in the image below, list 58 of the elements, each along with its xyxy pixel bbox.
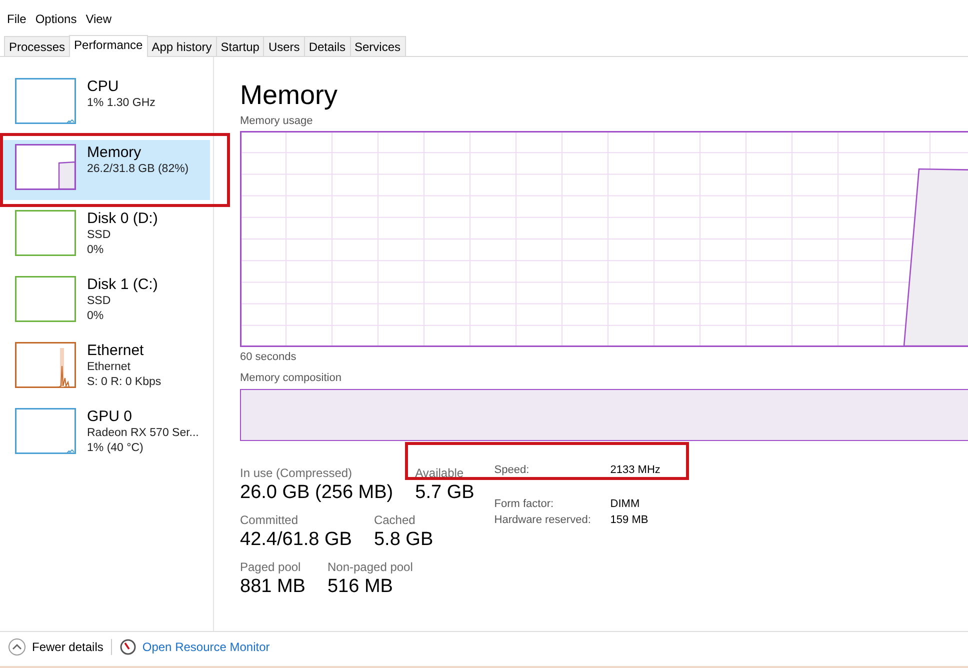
tab[interactable]: Services [350,36,406,56]
stat-value: 881 MB [240,575,306,599]
detail-label: Form factor: [494,498,555,510]
device-name: CPU [87,78,120,96]
stat-value: 516 MB [327,575,394,599]
stat-label: Non-paged pool [327,560,413,574]
open-resource-monitor-link[interactable]: Open Resource Monitor [142,640,270,654]
stat-label: Paged pool [240,560,302,574]
detail-label: Speed: [494,464,530,476]
stat-label: Committed [240,513,300,527]
tab[interactable]: Startup [216,36,264,56]
detail-value: 2133 MHz [610,464,660,476]
time-label: 60 seconds [240,350,296,364]
sidebar-item[interactable]: GPU 0 Radeon RX 570 Ser... 1% (40 °C) [2,404,210,464]
sidebar-item[interactable]: Disk 1 (C:) SSD 0% [2,272,210,332]
detail-label: Hardware reserved: [494,514,592,526]
tab[interactable]: Performance [69,35,148,57]
gauge-icon [120,639,136,655]
tab[interactable]: App history [146,36,217,56]
tab[interactable]: Details [304,36,350,56]
stat-label: Cached [374,513,416,527]
device-name: Disk 0 (D:) [87,210,158,228]
device-name: GPU 0 [87,408,134,426]
device-detail: S: 0 R: 0 Kbps [87,375,162,390]
detail-value: 159 MB [610,514,650,526]
stat-value: 5.7 GB [415,481,474,505]
stat-label: In use (Compressed) [240,466,354,480]
panel-title: Memory [240,79,338,111]
device-detail: Radeon RX 570 Ser... [87,426,199,441]
device-detail: 0% [87,309,105,324]
device-detail: Ethernet [87,360,132,375]
detail-value: DIMM [610,498,641,510]
device-name: Disk 1 (C:) [87,276,158,294]
device-name: Ethernet [87,342,145,360]
device-detail: 26.2/31.8 GB (82%) [87,162,189,177]
tab[interactable]: Users [263,36,305,56]
tab[interactable]: Processes [4,36,70,56]
graph-label: Memory usage [240,114,313,128]
sidebar-item[interactable]: Disk 0 (D:) SSD 0% [2,206,210,266]
sidebar-item[interactable]: CPU 1% 1.30 GHz [2,74,210,134]
device-detail: SSD [87,294,112,309]
sidebar-item[interactable]: Ethernet Ethernet S: 0 R: 0 Kbps [2,338,210,398]
device-name: Memory [87,144,142,162]
device-detail: 0% [87,243,105,258]
menu-item[interactable]: File [4,12,32,30]
stat-value: 5.8 GB [374,528,434,552]
stat-value: 42.4/61.8 GB [240,528,352,552]
stat-label: Available [415,466,465,480]
device-detail: 1% 1.30 GHz [87,96,156,111]
stat-value: 26.0 GB (256 MB) [240,481,394,505]
device-detail: SSD [87,228,112,243]
sidebar-item[interactable]: Memory 26.2/31.8 GB (82%) [2,140,210,200]
fewer-details-button[interactable]: Fewer details [8,638,104,656]
menu-item[interactable]: Options [32,12,83,30]
graph-label: Memory composition [240,371,342,385]
chevron-up-icon [8,638,26,656]
menu-item[interactable]: View [82,12,118,30]
device-detail: 1% (40 °C) [87,441,144,456]
